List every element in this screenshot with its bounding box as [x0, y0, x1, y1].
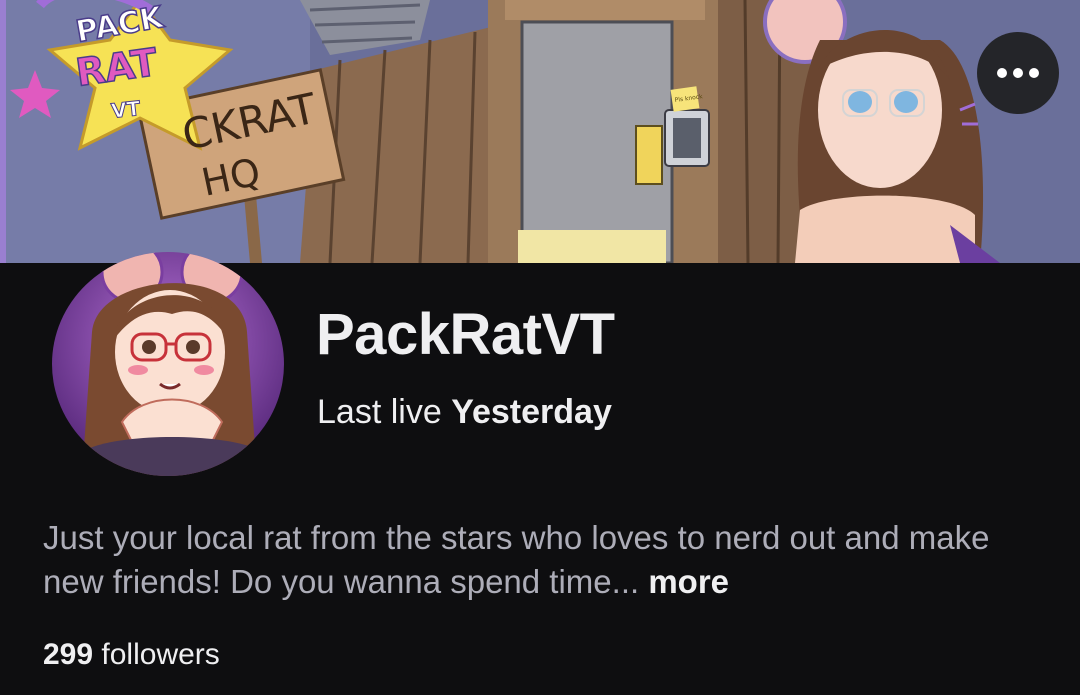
bio-text: Just your local rat from the stars who l…	[43, 519, 990, 600]
channel-banner: PACK RAT VT CKRAT HQ Pls knock	[0, 0, 1080, 263]
bio-more-link[interactable]: more	[648, 563, 729, 600]
followers-number: 299	[43, 638, 94, 671]
followers-count[interactable]: 299 followers	[43, 636, 220, 674]
channel-profile-page: PACK RAT VT CKRAT HQ Pls knock PackRatVT…	[0, 0, 1080, 695]
banner-image: PACK RAT VT CKRAT HQ Pls knock	[0, 0, 1080, 263]
channel-avatar[interactable]	[52, 252, 284, 476]
last-live-status: Last live Yesterday	[317, 392, 612, 432]
banner-logo-text-3: VT	[110, 96, 142, 123]
more-options-icon-dot	[1013, 68, 1023, 78]
avatar-image	[52, 252, 284, 476]
more-options-icon	[997, 68, 1007, 78]
more-options-icon-dot	[1029, 68, 1039, 78]
followers-label: followers	[101, 638, 220, 671]
last-live-label: Last live	[317, 393, 442, 431]
more-options-button[interactable]	[977, 32, 1059, 114]
channel-bio: Just your local rat from the stars who l…	[43, 516, 1043, 604]
channel-name: PackRatVT	[316, 302, 615, 367]
last-live-value: Yesterday	[451, 393, 612, 431]
